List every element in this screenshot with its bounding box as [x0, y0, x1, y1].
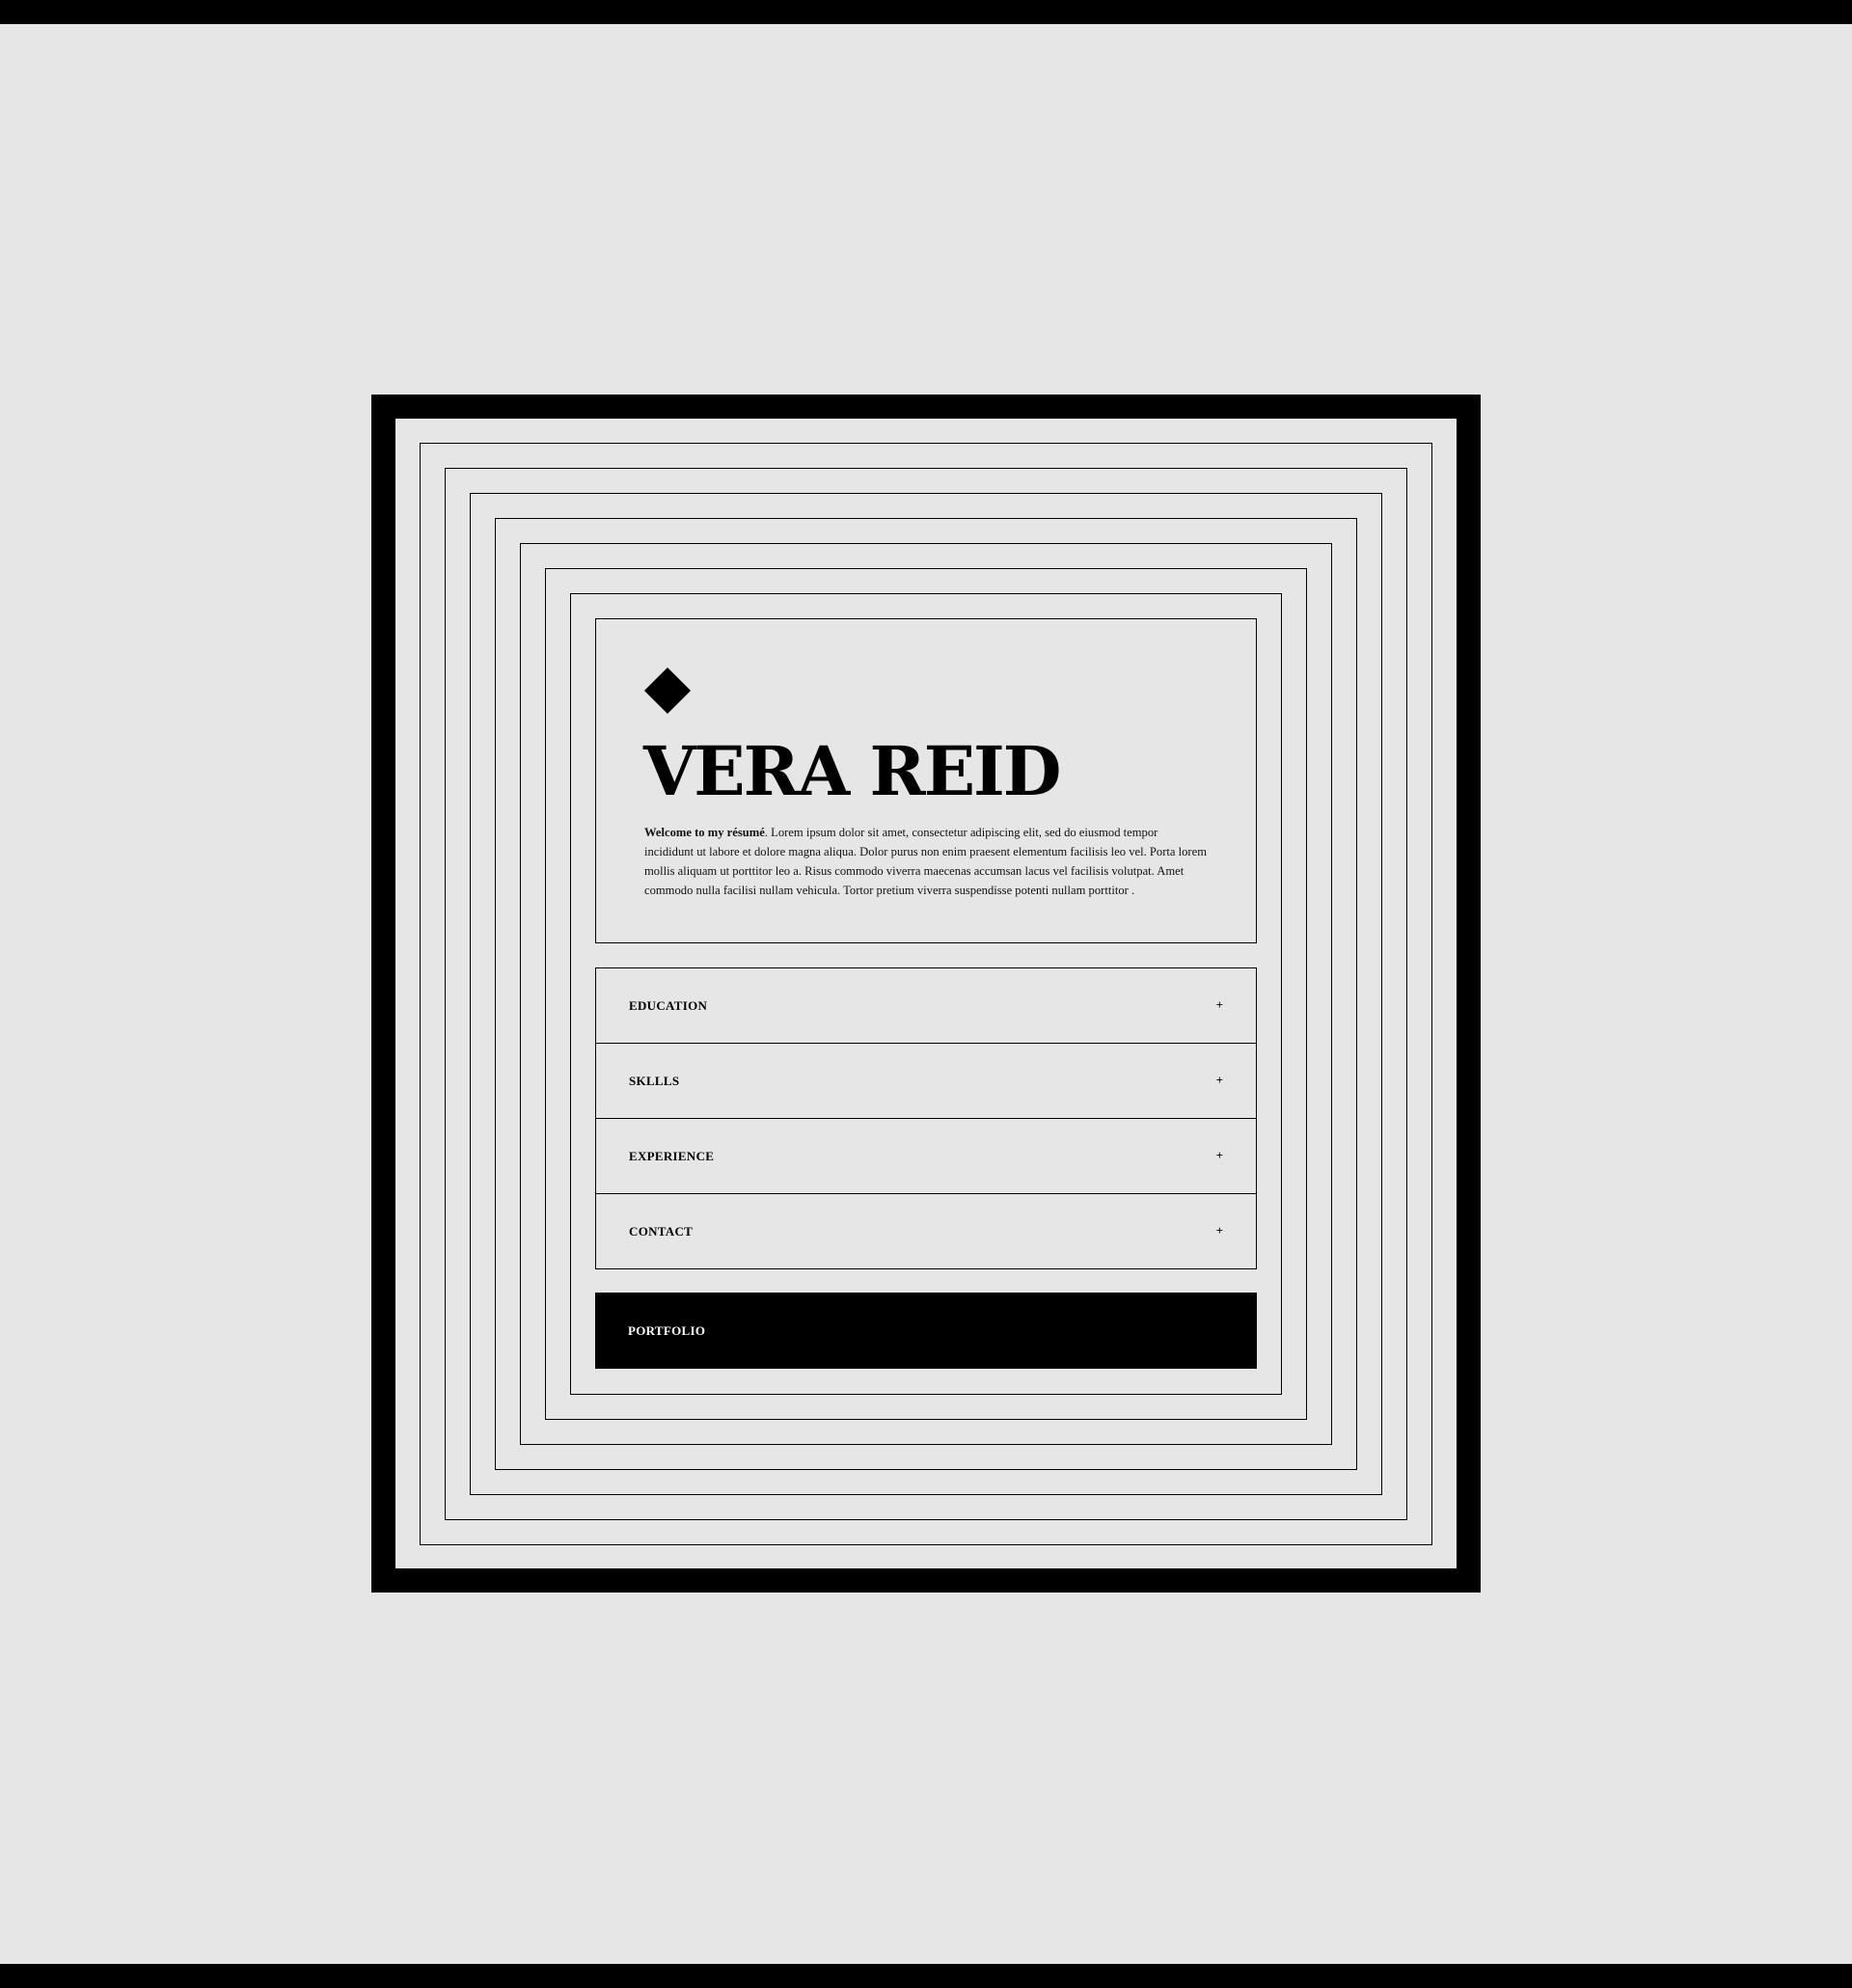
contact-toggle[interactable]: CONTACT +: [596, 1194, 1256, 1268]
section-accordion: EDUCATION + SKLLLS + EXPERIENCE + CONTAC…: [595, 967, 1257, 1269]
page-title: VERA REID: [643, 731, 1061, 811]
plus-icon[interactable]: +: [1216, 1119, 1223, 1192]
intro-text: Welcome to my résumé. Lorem ipsum dolor …: [644, 823, 1209, 900]
plus-icon[interactable]: +: [1216, 1044, 1223, 1117]
section-label: EDUCATION: [629, 998, 708, 1013]
portfolio-label: PORTFOLIO: [628, 1323, 706, 1338]
plus-icon[interactable]: +: [1216, 968, 1223, 1042]
experience-toggle[interactable]: EXPERIENCE +: [596, 1119, 1256, 1194]
plus-icon[interactable]: +: [1216, 1194, 1223, 1267]
top-bar: [0, 0, 1852, 24]
intro-lead: Welcome to my résumé: [644, 826, 765, 839]
section-label: EXPERIENCE: [629, 1149, 715, 1163]
education-toggle[interactable]: EDUCATION +: [596, 968, 1256, 1044]
bottom-bar: [0, 1964, 1852, 1988]
skills-toggle[interactable]: SKLLLS +: [596, 1044, 1256, 1119]
section-label: CONTACT: [629, 1224, 694, 1239]
portfolio-button[interactable]: PORTFOLIO: [595, 1293, 1257, 1369]
section-label: SKLLLS: [629, 1074, 680, 1088]
